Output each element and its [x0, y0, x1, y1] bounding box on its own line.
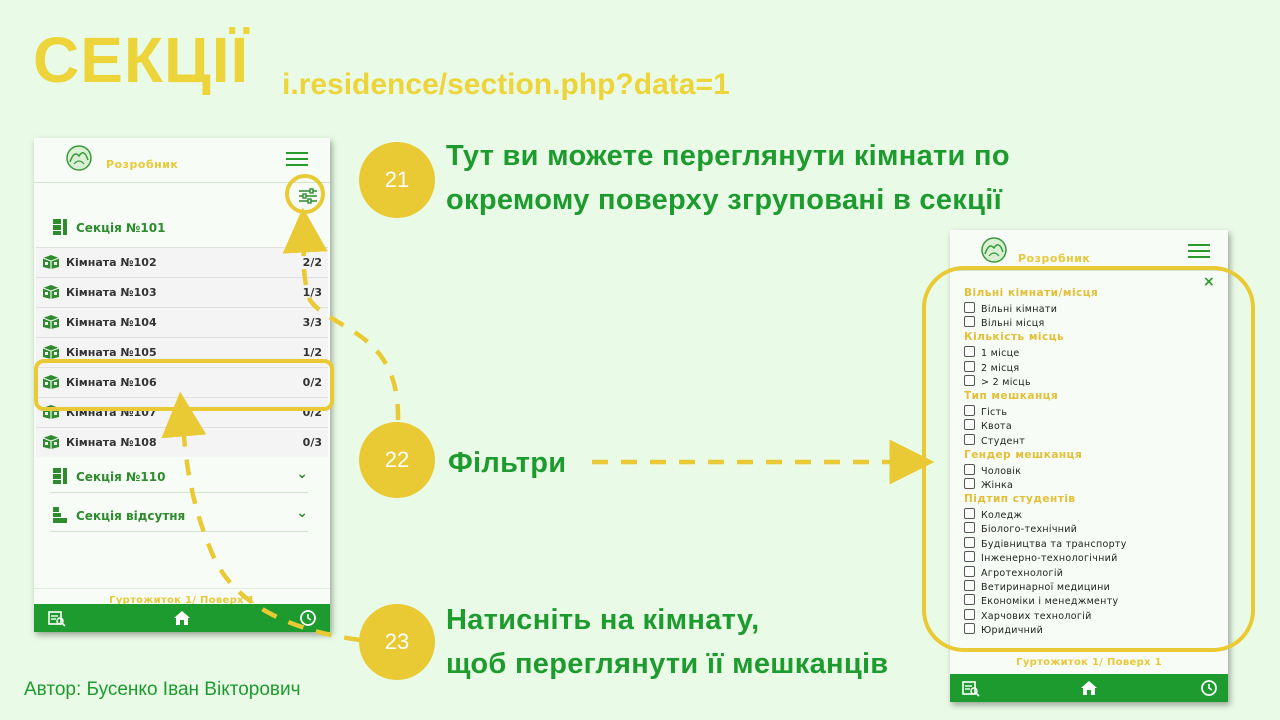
step-badge-23: 23 [359, 604, 435, 680]
callout-21-text: Тут ви можете переглянути кімнати по окр… [446, 134, 1010, 222]
step-badge-22: 22 [359, 422, 435, 498]
callout-line: Натисніть на кімнату, [446, 604, 760, 636]
callout-line: щоб переглянути її мешканців [446, 648, 889, 680]
author-credit: Автор: Бусенко Іван Вікторович [24, 679, 301, 700]
callout-23-text: Натисніть на кімнату, щоб переглянути її… [446, 598, 888, 686]
callout-22-text: Фільтри [448, 447, 567, 479]
callout-line: окремому поверху згруповані в секції [446, 184, 1003, 216]
callout-line: Тут ви можете переглянути кімнати по [446, 140, 1010, 172]
step-badge-21: 21 [359, 142, 435, 218]
